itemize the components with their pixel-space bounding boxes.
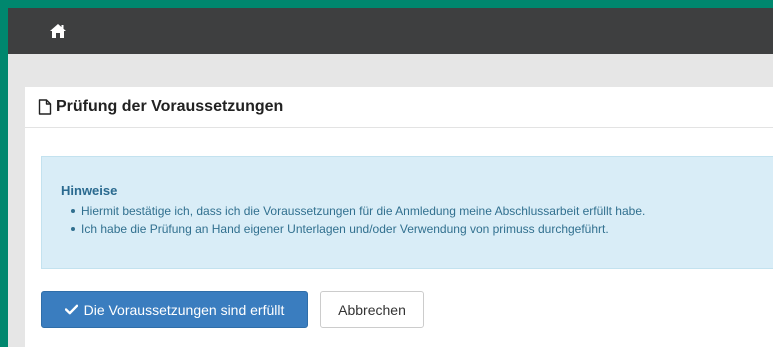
notice-item: Ich habe die Prüfung an Hand eigener Unt… [69,220,645,238]
app-frame: Prüfung der Voraussetzungen Hinweise Hie… [8,8,773,347]
cancel-button[interactable]: Abbrechen [320,291,424,328]
panel-title: Prüfung der Voraussetzungen [56,98,284,115]
notice-title: Hinweise [61,183,118,198]
notice-item: Hiermit bestätige ich, dass ich die Vora… [69,202,645,220]
check-icon [64,304,78,315]
requirements-panel: Prüfung der Voraussetzungen Hinweise Hie… [25,87,773,347]
home-button[interactable] [48,21,68,41]
notice-box: Hinweise Hiermit bestätige ich, dass ich… [41,156,773,269]
file-outline-icon [38,99,52,115]
confirm-button-label: Die Voraussetzungen sind erfüllt [83,301,285,318]
top-navbar [8,8,773,54]
panel-heading: Prüfung der Voraussetzungen [25,87,773,128]
home-icon [50,24,66,38]
notice-list: Hiermit bestätige ich, dass ich die Vora… [69,202,645,238]
confirm-requirements-button[interactable]: Die Voraussetzungen sind erfüllt [41,291,308,328]
